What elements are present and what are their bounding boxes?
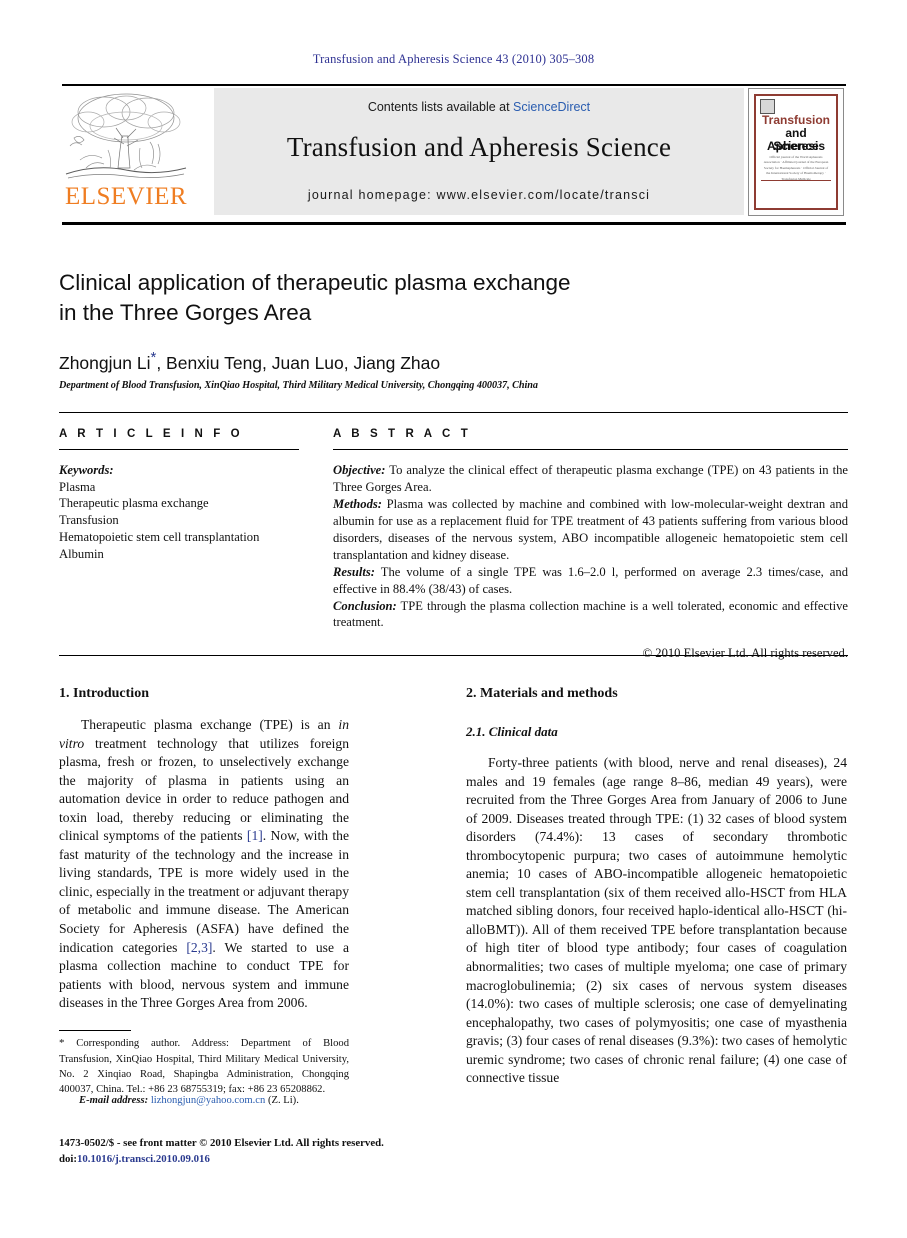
reference-link-2-3[interactable]: [2,3] (186, 940, 212, 955)
corresponding-author-note: * Corresponding author. Address: Departm… (59, 1036, 349, 1097)
info-section-top-rule (59, 412, 848, 413)
keywords-label: Keywords: (59, 463, 114, 477)
abstract-section: Methods: Plasma was collected by machine… (333, 496, 848, 564)
author-affiliation: Department of Blood Transfusion, XinQiao… (59, 379, 538, 391)
abstract-section-text: TPE through the plasma collection machin… (333, 598, 848, 630)
sciencedirect-link[interactable]: ScienceDirect (513, 100, 590, 114)
page-title: Clinical application of therapeutic plas… (59, 268, 739, 328)
abstract-section-label: Objective: (333, 463, 386, 477)
journal-title: Transfusion and Apheresis Science (286, 132, 672, 162)
running-head: Transfusion and Apheresis Science 43 (20… (312, 52, 595, 66)
doi-line: doi:10.1016/j.transci.2010.09.016 (59, 1152, 389, 1168)
title-line-2: in the Three Gorges Area (59, 299, 312, 325)
cover-title-line3: Science (773, 139, 819, 153)
email-label: E-mail address: (79, 1095, 149, 1106)
elsevier-wordmark: ELSEVIER (64, 183, 188, 210)
masthead-bottom-rule (62, 222, 846, 225)
journal-cover-thumbnail: Transfusion and Apheresis Science Offici… (748, 88, 844, 216)
article-info-divider (59, 449, 299, 450)
keyword-item: Albumin (59, 546, 104, 561)
elsevier-tree-icon (65, 93, 187, 179)
reference-link-1[interactable]: [1] (247, 828, 263, 843)
email-suffix: (Z. Li). (265, 1095, 299, 1106)
contents-available-line: Contents lists available at ScienceDirec… (214, 100, 744, 114)
footnote-rule (59, 1030, 131, 1031)
introduction-paragraph: Therapeutic plasma exchange (TPE) is an … (59, 716, 349, 1013)
body-column-right: 2. Materials and methods 2.1. Clinical d… (466, 686, 847, 1088)
keyword-item: Hematopoietic stem cell transplantation (59, 529, 260, 544)
corresponding-author-text: Corresponding author. Address: Departmen… (59, 1038, 349, 1095)
journal-band: Contents lists available at ScienceDirec… (214, 88, 744, 215)
doi-label: doi: (59, 1152, 77, 1165)
issn-copyright-block: 1473-0502/$ - see front matter © 2010 El… (59, 1136, 389, 1167)
cover-inner-frame: Transfusion and Apheresis Science Offici… (754, 94, 838, 210)
section-heading-materials-methods: 2. Materials and methods (466, 686, 618, 701)
journal-homepage-link[interactable]: journal homepage: www.elsevier.com/locat… (214, 188, 744, 202)
keyword-item: Plasma (59, 479, 96, 494)
article-info-column: A R T I C L E I N F O Keywords: Plasma T… (59, 428, 299, 562)
cover-blurb: Official journal of the World Apheresis … (763, 155, 829, 181)
article-info-heading: A R T I C L E I N F O (59, 428, 244, 440)
abstract-section-text: The volume of a single TPE was 1.6–2.0 l… (333, 564, 848, 596)
email-link[interactable]: lizhongjun@yahoo.com.cn (151, 1095, 266, 1106)
keyword-item: Therapeutic plasma exchange (59, 496, 209, 511)
cover-divider (761, 180, 831, 181)
abstract-section-label: Conclusion: (333, 598, 397, 613)
subsection-heading-clinical-data: 2.1. Clinical data (466, 724, 558, 739)
abstract-section: Results: The volume of a single TPE was … (333, 564, 848, 598)
abstract-section: Conclusion: TPE through the plasma colle… (333, 598, 848, 632)
abstract-section: Objective: To analyze the clinical effec… (333, 462, 848, 496)
cover-mini-logo-icon (760, 99, 775, 114)
journal-masthead: ELSEVIER Contents lists available at Sci… (62, 86, 846, 217)
abstract-heading: A B S T R A C T (333, 428, 472, 440)
abstract-section-text: Plasma was collected by machine and comb… (333, 496, 848, 562)
body-column-left: 1. Introduction Therapeutic plasma excha… (59, 686, 349, 1013)
abstract-body: Objective: To analyze the clinical effec… (333, 462, 848, 662)
abstract-section-label: Results: (333, 564, 375, 579)
doi-value[interactable]: 10.1016/j.transci.2010.09.016 (77, 1153, 210, 1165)
abstract-divider (333, 449, 848, 450)
abstract-column: A B S T R A C T Objective: To analyze th… (333, 428, 848, 662)
keyword-item: Transfusion (59, 513, 119, 528)
author-list: Zhongjun Li*, Benxiu Teng, Juan Luo, Jia… (59, 349, 739, 374)
intro-text-part: Therapeutic plasma exchange (TPE) is an (81, 717, 339, 732)
abstract-section-label: Methods: (333, 496, 382, 511)
cover-title-line1: Transfusion (761, 113, 830, 127)
author-first: Zhongjun Li (59, 352, 151, 373)
article-page: Transfusion and Apheresis Science 43 (20… (0, 0, 907, 1238)
author-rest: , Benxiu Teng, Juan Luo, Jiang Zhao (156, 352, 441, 373)
title-block: Clinical application of therapeutic plas… (59, 268, 739, 391)
title-line-1: Clinical application of therapeutic plas… (59, 270, 571, 295)
contents-prefix: Contents lists available at (367, 100, 514, 114)
issn-line: 1473-0502/$ - see front matter © 2010 El… (59, 1137, 384, 1149)
elsevier-logo: ELSEVIER (62, 88, 190, 215)
abstract-section-text: To analyze the clinical effect of therap… (333, 463, 848, 494)
intro-text-part: . Now, with the fast maturity of the tec… (59, 828, 349, 955)
abstract-copyright: © 2010 Elsevier Ltd. All rights reserved… (642, 646, 848, 661)
section-heading-introduction: 1. Introduction (59, 686, 149, 701)
email-line: E-mail address: lizhongjun@yahoo.com.cn … (59, 1093, 349, 1108)
clinical-data-paragraph: Forty-three patients (with blood, nerve … (466, 755, 847, 1086)
keywords-block: Keywords: Plasma Therapeutic plasma exch… (59, 462, 299, 562)
